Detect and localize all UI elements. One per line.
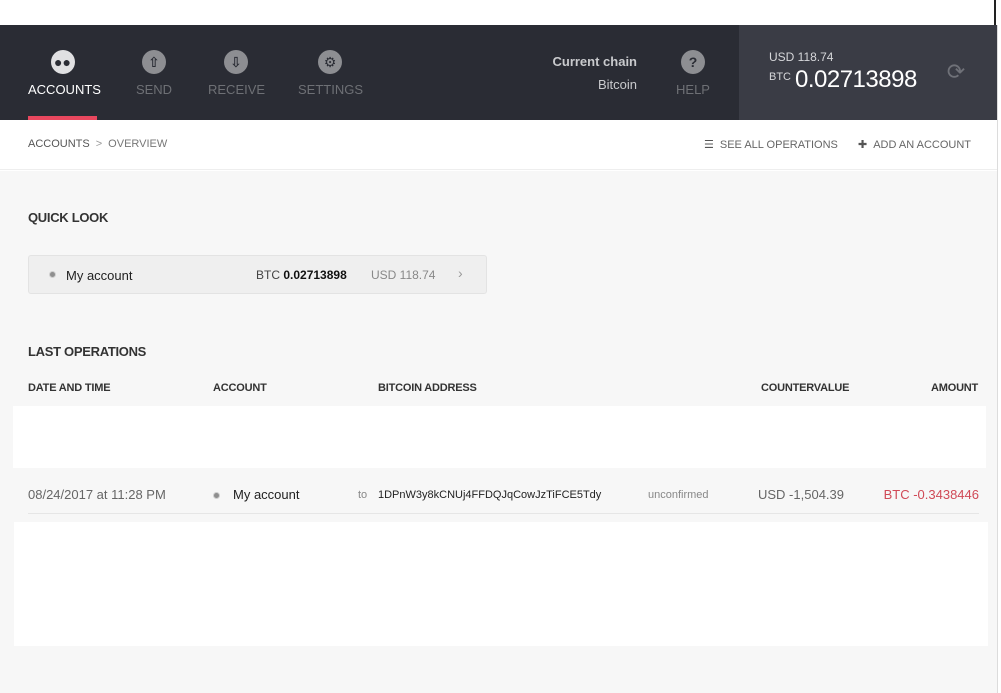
tab-send[interactable]: ⇧ SEND [134, 25, 174, 120]
help-button[interactable]: ? HELP [674, 25, 712, 120]
current-chain-title: Current chain [552, 54, 637, 69]
account-btc: BTC 0.02713898 [256, 268, 347, 282]
operation-status: unconfirmed [648, 489, 709, 501]
see-all-operations-label: SEE ALL OPERATIONS [719, 139, 838, 151]
tab-receive-label: RECEIVE [208, 82, 266, 97]
help-icon: ? [681, 50, 705, 74]
quick-look-title: QUICK LOOK [28, 210, 109, 225]
sub-header: ACCOUNTS > OVERVIEW ☰ SEE ALL OPERATIONS ✚ A… [0, 120, 997, 170]
help-label: HELP [676, 82, 710, 97]
receive-icon: ⇩ [224, 50, 248, 74]
account-usd: USD 118.74 [371, 268, 436, 282]
balance-btc-label: BTC [769, 71, 791, 83]
balance-btc-value: 0.02713898 [795, 66, 917, 93]
breadcrumb-separator: > [95, 138, 103, 150]
operation-account: My account [233, 487, 300, 502]
column-header-amount: AMOUNT [931, 382, 979, 394]
tab-receive[interactable]: ⇩ RECEIVE [208, 25, 266, 120]
add-account-button[interactable]: ✚ ADD AN ACCOUNT [858, 138, 971, 151]
operation-amount: BTC -0.3438446 [883, 487, 979, 502]
main-content: QUICK LOOK My account BTC 0.02713898 USD… [0, 171, 997, 693]
sync-icon[interactable]: ⟳ [944, 60, 968, 84]
operations-blank-panel-lower [14, 522, 988, 646]
operations-blank-panel [13, 406, 986, 468]
breadcrumb-current: OVERVIEW [108, 138, 168, 150]
operation-address: 1DPnW3y8kCNUj4FFDQJqCowJzTiFCE5Tdy [378, 489, 602, 501]
operation-direction: to [358, 489, 368, 501]
column-header-date: DATE AND TIME [28, 382, 111, 394]
account-btc-label: BTC [256, 268, 280, 282]
plus-icon: ✚ [858, 139, 868, 151]
tab-accounts-label: ACCOUNTS [28, 82, 101, 97]
column-header-countervalue: COUNTERVALUE [761, 382, 850, 394]
current-chain-value: Bitcoin [597, 77, 637, 92]
tab-settings-label: SETTINGS [298, 82, 364, 97]
accounts-icon: ●● [50, 50, 75, 74]
balance-panel: USD 118.74 BTC 0.02713898 ⟳ [739, 25, 997, 120]
account-btc-value: 0.02713898 [283, 268, 347, 282]
settings-icon: ⚙ [318, 50, 342, 74]
see-all-operations-button[interactable]: ☰ SEE ALL OPERATIONS [704, 138, 838, 151]
window-right-border [997, 25, 1001, 693]
breadcrumb: ACCOUNTS > OVERVIEW [28, 138, 167, 150]
account-status-dot [49, 271, 56, 278]
list-icon: ☰ [704, 139, 714, 151]
operation-countervalue: USD -1,504.39 [758, 487, 844, 502]
table-row[interactable]: 08/24/2017 at 11:28 PM My account to 1DP… [28, 476, 979, 514]
balance-usd: USD 118.74 [769, 50, 834, 64]
last-operations-title: LAST OPERATIONS [28, 344, 147, 359]
quick-look-account-card[interactable]: My account BTC 0.02713898 USD 118.74 › [28, 255, 487, 294]
chevron-right-icon: › [458, 265, 463, 281]
breadcrumb-root[interactable]: ACCOUNTS [28, 138, 90, 150]
tab-accounts[interactable]: ●● ACCOUNTS [28, 25, 101, 120]
column-header-account: ACCOUNT [213, 382, 267, 394]
tab-settings[interactable]: ⚙ SETTINGS [298, 25, 364, 120]
current-chain: Current chain Bitcoin [552, 54, 637, 92]
account-name: My account [66, 268, 133, 283]
tab-send-label: SEND [135, 82, 173, 97]
send-icon: ⇧ [142, 50, 166, 74]
window-top-strip [0, 0, 1001, 25]
operation-date: 08/24/2017 at 11:28 PM [28, 487, 166, 502]
operation-account-dot [213, 492, 220, 499]
column-header-address: BITCOIN ADDRESS [378, 382, 477, 394]
window-edge [994, 0, 1001, 25]
add-account-label: ADD AN ACCOUNT [873, 139, 972, 151]
